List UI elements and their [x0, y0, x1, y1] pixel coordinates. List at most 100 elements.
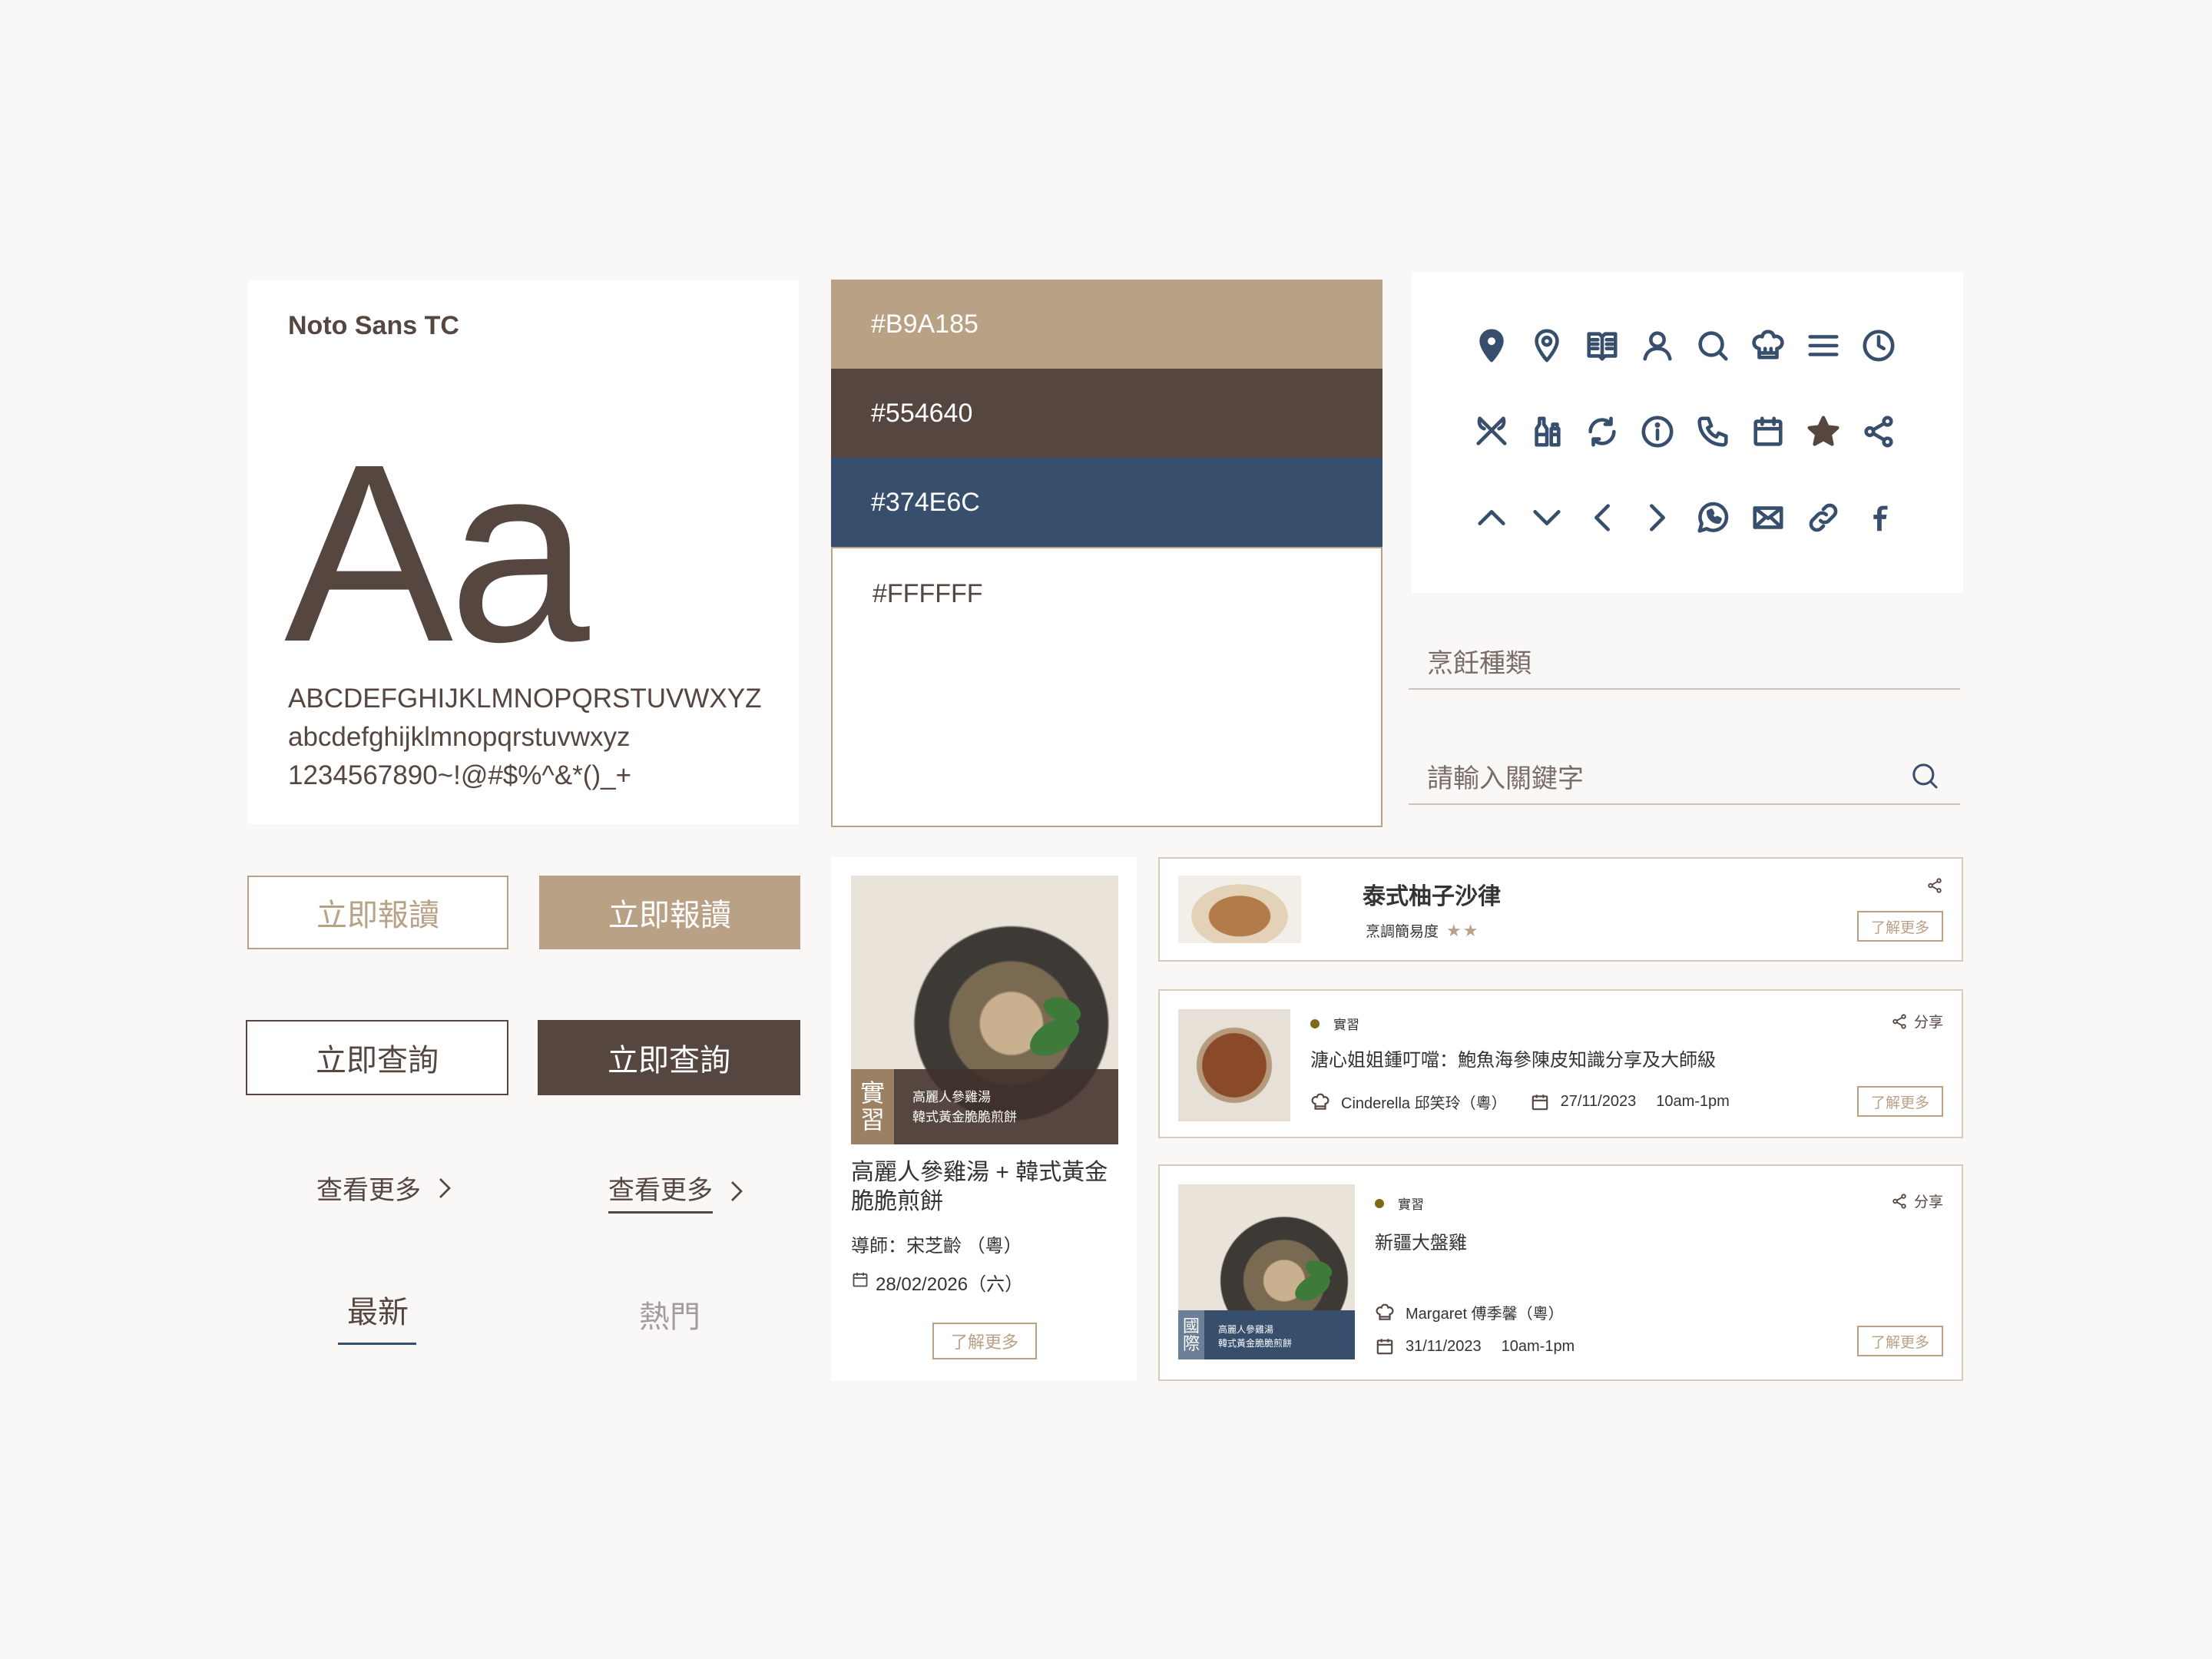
learn-more-button[interactable]: 了解更多 [1857, 1326, 1943, 1356]
chevron-up-icon[interactable] [1473, 499, 1510, 536]
course-type-tag: 實習 [851, 1069, 894, 1144]
caption-line: 韓式黃金脆脆煎餅 [912, 1110, 1017, 1124]
difficulty-label: 烹調簡易度 [1366, 924, 1439, 940]
chevron-left-icon[interactable] [1584, 499, 1621, 536]
font-sample: Aa [284, 411, 590, 694]
share-button[interactable]: 分享 [1891, 1011, 1943, 1031]
search-icon[interactable] [1694, 327, 1731, 364]
share-icon [1928, 878, 1942, 893]
search-icon[interactable] [1909, 760, 1940, 791]
location-outline-icon[interactable] [1528, 327, 1565, 364]
share-icon[interactable] [1860, 413, 1897, 450]
event-mentor: Cinderella 邱笑玲（粵） [1341, 1095, 1507, 1112]
search-input-placeholder: 請輸入關鍵字 [1427, 764, 1584, 793]
utensils-icon[interactable] [1473, 413, 1510, 450]
glyph-digits: 1234567890~!@#$%^&*()_+ [288, 760, 632, 790]
course-card[interactable]: 實習 高麗人參雞湯 韓式黃金脆脆煎餅 高麗人參雞湯 + 韓式黃金脆脆煎餅 導師：… [831, 857, 1137, 1381]
event-image: 國際 高麗人參雞湯 韓式黃金脆脆煎餅 [1178, 1184, 1355, 1359]
chef-hat-icon [1376, 1303, 1394, 1320]
share-button[interactable] [1926, 877, 1943, 894]
event-mentor: Margaret 傅季馨（粵） [1406, 1306, 1564, 1323]
event-meta: Cinderella 邱笑玲（粵） 27/11/2023 10am-1pm [1310, 1091, 1730, 1113]
caption-line: 高麗人參雞湯 [912, 1090, 991, 1104]
event-date: 27/11/2023 [1560, 1093, 1637, 1110]
event-date: 31/11/2023 [1406, 1337, 1482, 1355]
recipe-card[interactable]: 泰式柚子沙律 烹調簡易度 ★★ 了解更多 [1158, 857, 1963, 962]
learn-more-button[interactable]: 了解更多 [1857, 1086, 1943, 1117]
enroll-button-filled[interactable]: 立即報讀 [539, 876, 800, 949]
star-icon[interactable] [1805, 413, 1842, 450]
event-image [1178, 1009, 1290, 1121]
chef-hat-icon[interactable] [1750, 327, 1786, 364]
query-button-filled[interactable]: 立即查詢 [538, 1020, 800, 1095]
event-card[interactable]: 實習 溏心姐姐鍾叮噹：鮑魚海參陳皮知識分享及大師級 Cinderella 邱笑玲… [1158, 989, 1963, 1138]
difficulty-rating: 烹調簡易度 ★★ [1366, 920, 1479, 941]
share-label: 分享 [1913, 1015, 1943, 1031]
chevron-right-icon[interactable] [1639, 499, 1676, 536]
refresh-icon[interactable] [1584, 413, 1621, 450]
learn-more-button[interactable]: 了解更多 [932, 1323, 1037, 1359]
share-icon [1892, 1193, 1906, 1209]
facebook-icon[interactable] [1860, 499, 1897, 536]
menu-icon[interactable] [1805, 327, 1842, 364]
icon-set-card [1412, 272, 1963, 593]
category-select-label: 烹飪種類 [1427, 649, 1532, 678]
book-icon[interactable] [1584, 327, 1621, 364]
view-more-label: 查看更多 [608, 1169, 713, 1214]
caption-line: 韓式黃金脆脆煎餅 [1218, 1338, 1293, 1349]
course-mentor: 導師：宋芝齡 （粵） [851, 1236, 1022, 1257]
glyph-lowercase: abcdefghijklmnopqrstuvwxyz [288, 722, 631, 752]
swatch-tan: #B9A185 [831, 280, 1382, 369]
condiments-icon[interactable] [1528, 413, 1565, 450]
user-icon[interactable] [1639, 327, 1676, 364]
search-input[interactable]: 請輸入關鍵字 [1409, 750, 1960, 805]
star-icon: ★★ [1446, 920, 1480, 940]
location-filled-icon[interactable] [1473, 327, 1510, 364]
caption-line: 高麗人參雞湯 [1218, 1324, 1274, 1335]
whatsapp-icon[interactable] [1694, 499, 1731, 536]
event-image-caption: 國際 高麗人參雞湯 韓式黃金脆脆煎餅 [1178, 1310, 1355, 1359]
mail-icon[interactable] [1750, 499, 1786, 536]
tab-latest[interactable]: 最新 [347, 1287, 409, 1332]
typography-card: Noto Sans TC Aa ABCDEFGHIJKLMNOPQRSTUVWX… [247, 280, 799, 824]
tab-active-indicator [338, 1343, 416, 1345]
event-mentor-row: Margaret 傅季馨（粵） [1375, 1301, 1564, 1323]
event-card[interactable]: 國際 高麗人參雞湯 韓式黃金脆脆煎餅 實習 新疆大盤雞 Margaret 傅季馨… [1158, 1164, 1963, 1381]
calendar-icon [1376, 1339, 1393, 1355]
link-icon[interactable] [1805, 499, 1842, 536]
enroll-button-outline[interactable]: 立即報讀 [247, 876, 508, 949]
clock-icon[interactable] [1860, 327, 1897, 364]
chef-hat-icon [1311, 1093, 1330, 1110]
status-dot [1310, 1018, 1320, 1028]
calendar-icon [853, 1273, 868, 1287]
event-type-tag: 實習 [1310, 1014, 1359, 1033]
course-title[interactable]: 高麗人參雞湯 + 韓式黃金脆脆煎餅 [851, 1158, 1120, 1216]
event-time: 10am-1pm [1656, 1093, 1730, 1110]
glyph-uppercase: ABCDEFGHIJKLMNOPQRSTUVWXYZ [288, 684, 762, 714]
view-more-link-hover[interactable]: 查看更多 [608, 1169, 745, 1214]
event-date-row: 31/11/2023 10am-1pm [1375, 1336, 1575, 1356]
recipe-image [1178, 876, 1301, 943]
tab-hot[interactable]: 熱門 [639, 1292, 700, 1336]
swatch-brown: #554640 [831, 369, 1382, 458]
course-image: 實習 高麗人參雞湯 韓式黃金脆脆煎餅 [851, 876, 1118, 1144]
chevron-right-icon [731, 1181, 743, 1201]
event-type-tag: 實習 [1375, 1194, 1424, 1213]
category-select[interactable]: 烹飪種類 [1409, 634, 1960, 690]
info-icon[interactable] [1639, 413, 1676, 450]
learn-more-button[interactable]: 了解更多 [1857, 911, 1943, 942]
event-title[interactable]: 溏心姐姐鍾叮噹：鮑魚海參陳皮知識分享及大師級 [1310, 1045, 1716, 1071]
calendar-icon[interactable] [1750, 413, 1786, 450]
chevron-down-icon[interactable] [1528, 499, 1565, 536]
event-title[interactable]: 新疆大盤雞 [1375, 1227, 1467, 1254]
share-button[interactable]: 分享 [1891, 1190, 1943, 1211]
status-dot [1375, 1198, 1384, 1208]
share-icon [1892, 1013, 1906, 1029]
event-time: 10am-1pm [1501, 1337, 1575, 1355]
query-button-outline[interactable]: 立即查詢 [246, 1020, 508, 1095]
course-date: 28/02/2026（六） [876, 1274, 1024, 1295]
view-more-link[interactable]: 查看更多 [316, 1169, 453, 1207]
recipe-title[interactable]: 泰式柚子沙律 [1363, 877, 1501, 911]
phone-icon[interactable] [1694, 413, 1731, 450]
swatch-navy: #374E6C [831, 458, 1382, 547]
